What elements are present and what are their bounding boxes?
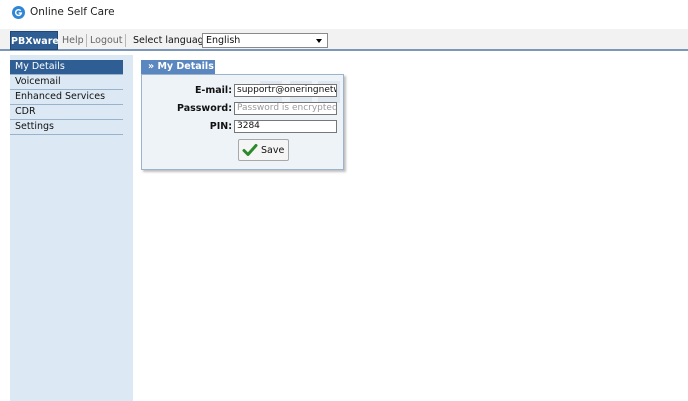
tab-divider — [86, 34, 87, 47]
sidebar-item-my-details[interactable]: My Details — [10, 60, 123, 75]
app-logo-icon — [12, 5, 25, 19]
password-label: Password: — [176, 103, 232, 114]
chevron-down-icon — [316, 39, 322, 43]
tab-logout[interactable]: Logout — [90, 31, 123, 50]
top-navigation-bar: PBXware Help Logout Select language: Eng… — [0, 29, 688, 51]
tab-pbxware[interactable]: PBXware — [10, 31, 59, 50]
email-label: E-mail: — [194, 85, 232, 96]
language-select-value: English — [206, 35, 241, 46]
save-button-label: Save — [261, 144, 285, 156]
pin-field[interactable]: 3284 — [234, 120, 337, 133]
my-details-panel: E-mail: supportr@oneringnetwor Password:… — [141, 74, 344, 170]
save-button[interactable]: Save — [238, 139, 289, 161]
sidebar: My Details Voicemail Enhanced Services C… — [10, 55, 133, 401]
panel-title: » My Details — [141, 60, 215, 74]
sidebar-nav: My Details Voicemail Enhanced Services C… — [10, 55, 133, 135]
sidebar-item-cdr[interactable]: CDR — [10, 105, 123, 120]
tab-help[interactable]: Help — [62, 31, 84, 50]
sidebar-item-voicemail[interactable]: Voicemail — [10, 75, 123, 90]
sidebar-item-settings[interactable]: Settings — [10, 120, 123, 135]
language-label: Select language: — [133, 35, 213, 46]
app-title: Online Self Care — [30, 6, 115, 18]
password-field[interactable]: Password is encrypted. — [234, 102, 337, 115]
pin-label: PIN: — [209, 121, 232, 132]
sidebar-item-enhanced-services[interactable]: Enhanced Services — [10, 90, 123, 105]
email-field[interactable]: supportr@oneringnetwor — [234, 84, 337, 97]
tab-divider — [125, 34, 126, 47]
app-header: Online Self Care — [0, 0, 688, 24]
language-select[interactable]: English — [202, 33, 328, 48]
checkmark-icon — [242, 144, 258, 156]
